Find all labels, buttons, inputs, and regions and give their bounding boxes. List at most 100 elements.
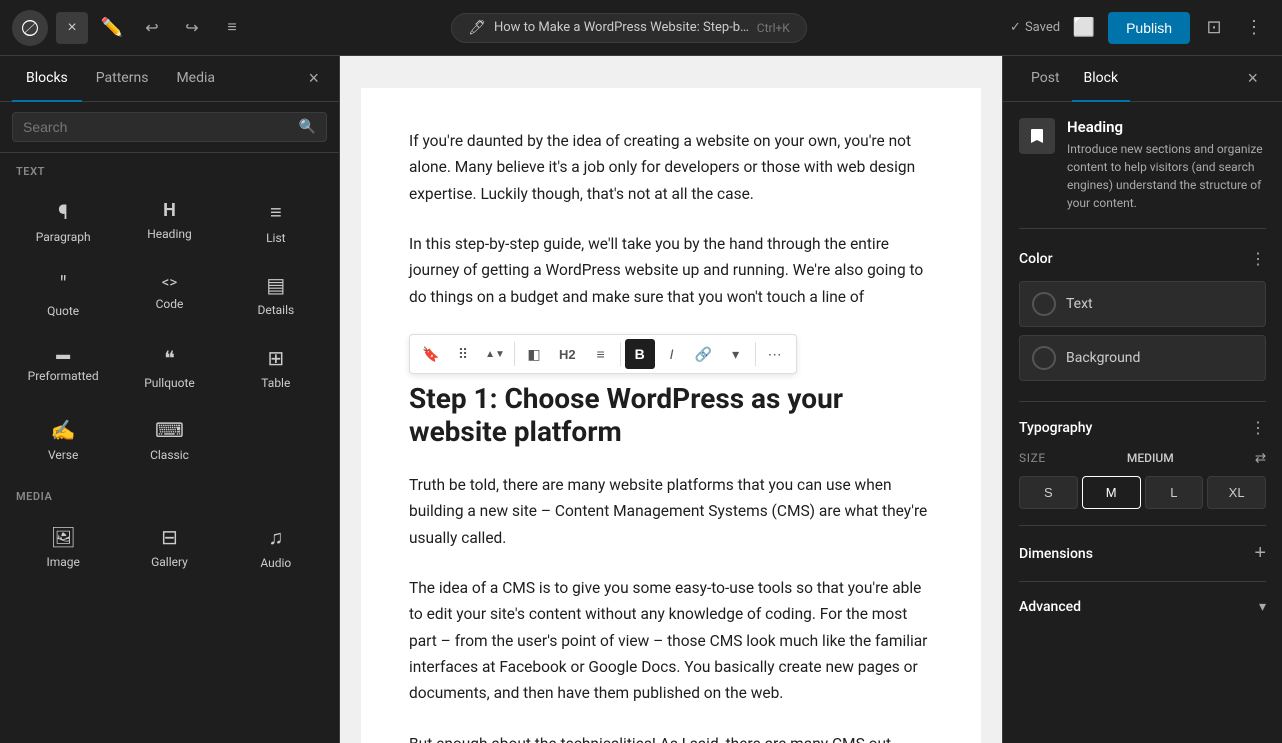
panel-close-button[interactable]: × — [1239, 56, 1266, 101]
close-post-button[interactable]: × — [56, 12, 88, 44]
post-title: How to Make a WordPress Website: Step-b… — [494, 20, 749, 35]
italic-btn[interactable]: I — [657, 339, 687, 369]
paragraph-5[interactable]: But enough about the technicalities! As … — [409, 731, 933, 743]
paragraph-3[interactable]: Truth be told, there are many website pl… — [409, 472, 933, 551]
tab-blocks[interactable]: Blocks — [12, 56, 82, 102]
paragraph-4[interactable]: The idea of a CMS is to give you some ea… — [409, 575, 933, 707]
view-button[interactable]: ⬜ — [1068, 12, 1100, 44]
wp-logo-icon — [20, 18, 40, 38]
quote-icon: " — [60, 273, 67, 298]
editor-content: If you're daunted by the idea of creatin… — [340, 56, 1002, 743]
sidebar-tab-bar: Blocks Patterns Media × — [0, 56, 339, 102]
heading-block-icon — [1019, 118, 1055, 154]
block-pullquote[interactable]: ❝ Pullquote — [118, 334, 220, 402]
size-buttons: S M L XL — [1019, 476, 1266, 509]
block-options-btn[interactable]: ⋯ — [760, 339, 790, 369]
block-code[interactable]: <> Code — [118, 261, 220, 330]
block-preformatted[interactable]: ▬ Preformatted — [12, 334, 114, 402]
title-pill[interactable]: 🖊 How to Make a WordPress Website: Step-… — [451, 13, 807, 43]
right-panel: Post Block × Heading Introduce new secti… — [1002, 56, 1282, 743]
verse-icon: ✍ — [51, 418, 76, 442]
block-info-section: Heading Introduce new sections and organ… — [1019, 118, 1266, 229]
block-heading[interactable]: H Heading — [118, 188, 220, 257]
block-table[interactable]: ⊞ Table — [225, 334, 327, 402]
block-name: Heading — [1067, 118, 1266, 136]
image-icon: 🖼 — [50, 525, 75, 549]
title-area: 🖊 How to Make a WordPress Website: Step-… — [256, 13, 1002, 43]
typography-options-button[interactable]: ⋮ — [1250, 418, 1266, 438]
wordpress-logo[interactable] — [12, 10, 48, 46]
link-btn[interactable]: 🔗 — [689, 339, 719, 369]
size-l-button[interactable]: L — [1145, 476, 1204, 509]
check-icon: ✓ — [1010, 20, 1021, 35]
advanced-header[interactable]: Advanced ▾ — [1019, 598, 1266, 615]
color-options-button[interactable]: ⋮ — [1250, 249, 1266, 269]
block-image[interactable]: 🖼 Image — [12, 513, 114, 582]
text-color-option[interactable]: Text — [1019, 281, 1266, 327]
code-icon: <> — [162, 273, 177, 291]
text-blocks-grid: ¶ Paragraph H Heading ≡ List " Quote <> … — [0, 184, 339, 478]
block-paragraph[interactable]: ¶ Paragraph — [12, 188, 114, 257]
heading-level-btn[interactable]: H2 — [551, 339, 584, 369]
tab-patterns[interactable]: Patterns — [82, 56, 163, 102]
block-quote[interactable]: " Quote — [12, 261, 114, 330]
list-view-button[interactable]: ≡ — [216, 12, 248, 44]
topbar: × ✏️ ↩ ↪ ≡ 🖊 How to Make a WordPress Web… — [0, 0, 1282, 56]
advanced-collapse-button[interactable]: ▾ — [1259, 598, 1266, 615]
drag-handle-btn[interactable]: ⠿ — [448, 339, 478, 369]
heading-block[interactable]: Step 1: Choose WordPress as your website… — [409, 382, 933, 448]
text-section-label: TEXT — [0, 153, 339, 184]
audio-icon: ♫ — [268, 525, 283, 550]
color-section: Color ⋮ Text Background — [1019, 249, 1266, 381]
tab-post[interactable]: Post — [1019, 56, 1072, 102]
block-gallery[interactable]: ⊟ Gallery — [118, 513, 220, 582]
options-button[interactable]: ⋮ — [1238, 12, 1270, 44]
dimensions-add-button[interactable]: + — [1254, 542, 1266, 565]
heading-icon: H — [163, 200, 176, 221]
bold-btn[interactable]: B — [625, 339, 655, 369]
details-label: Details — [257, 303, 294, 317]
align-text-btn[interactable]: ≡ — [586, 339, 616, 369]
typography-section-title: Typography — [1019, 420, 1092, 436]
size-m-button[interactable]: M — [1082, 476, 1141, 509]
search-area: 🔍 — [0, 102, 339, 153]
bookmark-icon — [1027, 126, 1047, 146]
search-input[interactable] — [23, 119, 291, 135]
block-audio[interactable]: ♫ Audio — [225, 513, 327, 582]
tab-block[interactable]: Block — [1072, 56, 1131, 102]
sidebar-close-button[interactable]: × — [300, 64, 327, 93]
move-up-btn[interactable]: ▲▼ — [480, 339, 510, 369]
table-label: Table — [261, 376, 290, 390]
edit-icon-button[interactable]: ✏️ — [96, 12, 128, 44]
dimensions-header[interactable]: Dimensions + — [1019, 542, 1266, 565]
sidebar-toggle-button[interactable]: ⊡ — [1198, 12, 1230, 44]
block-list[interactable]: ≡ List — [225, 188, 327, 257]
paragraph-2[interactable]: In this step-by-step guide, we'll take y… — [409, 231, 933, 310]
keyboard-shortcut: Ctrl+K — [757, 21, 790, 35]
block-description: Introduce new sections and organize cont… — [1067, 140, 1266, 212]
paragraph-1[interactable]: If you're daunted by the idea of creatin… — [409, 128, 933, 207]
gallery-label: Gallery — [151, 555, 188, 569]
block-details[interactable]: ▤ Details — [225, 261, 327, 330]
image-label: Image — [46, 555, 79, 569]
block-verse[interactable]: ✍ Verse — [12, 406, 114, 474]
publish-button[interactable]: Publish — [1108, 12, 1190, 44]
dimensions-title: Dimensions — [1019, 546, 1093, 562]
tab-media[interactable]: Media — [162, 56, 229, 102]
undo-button[interactable]: ↩ — [136, 12, 168, 44]
size-xl-button[interactable]: XL — [1207, 476, 1266, 509]
align-btn[interactable]: ◧ — [519, 339, 549, 369]
size-adjust-button[interactable]: ⇄ — [1255, 450, 1266, 466]
paragraph-icon: ¶ — [58, 200, 68, 224]
search-icon: 🔍 — [299, 119, 316, 135]
bookmark-toolbar-btn[interactable]: 🔖 — [416, 339, 446, 369]
preformatted-icon: ▬ — [56, 346, 70, 363]
block-classic[interactable]: ⌨ Classic — [118, 406, 220, 474]
quote-label: Quote — [47, 304, 79, 318]
size-s-button[interactable]: S — [1019, 476, 1078, 509]
redo-button[interactable]: ↪ — [176, 12, 208, 44]
more-options-dropdown[interactable]: ▾ — [721, 339, 751, 369]
list-label: List — [266, 231, 286, 245]
advanced-section: Advanced ▾ — [1019, 581, 1266, 615]
background-color-option[interactable]: Background — [1019, 335, 1266, 381]
